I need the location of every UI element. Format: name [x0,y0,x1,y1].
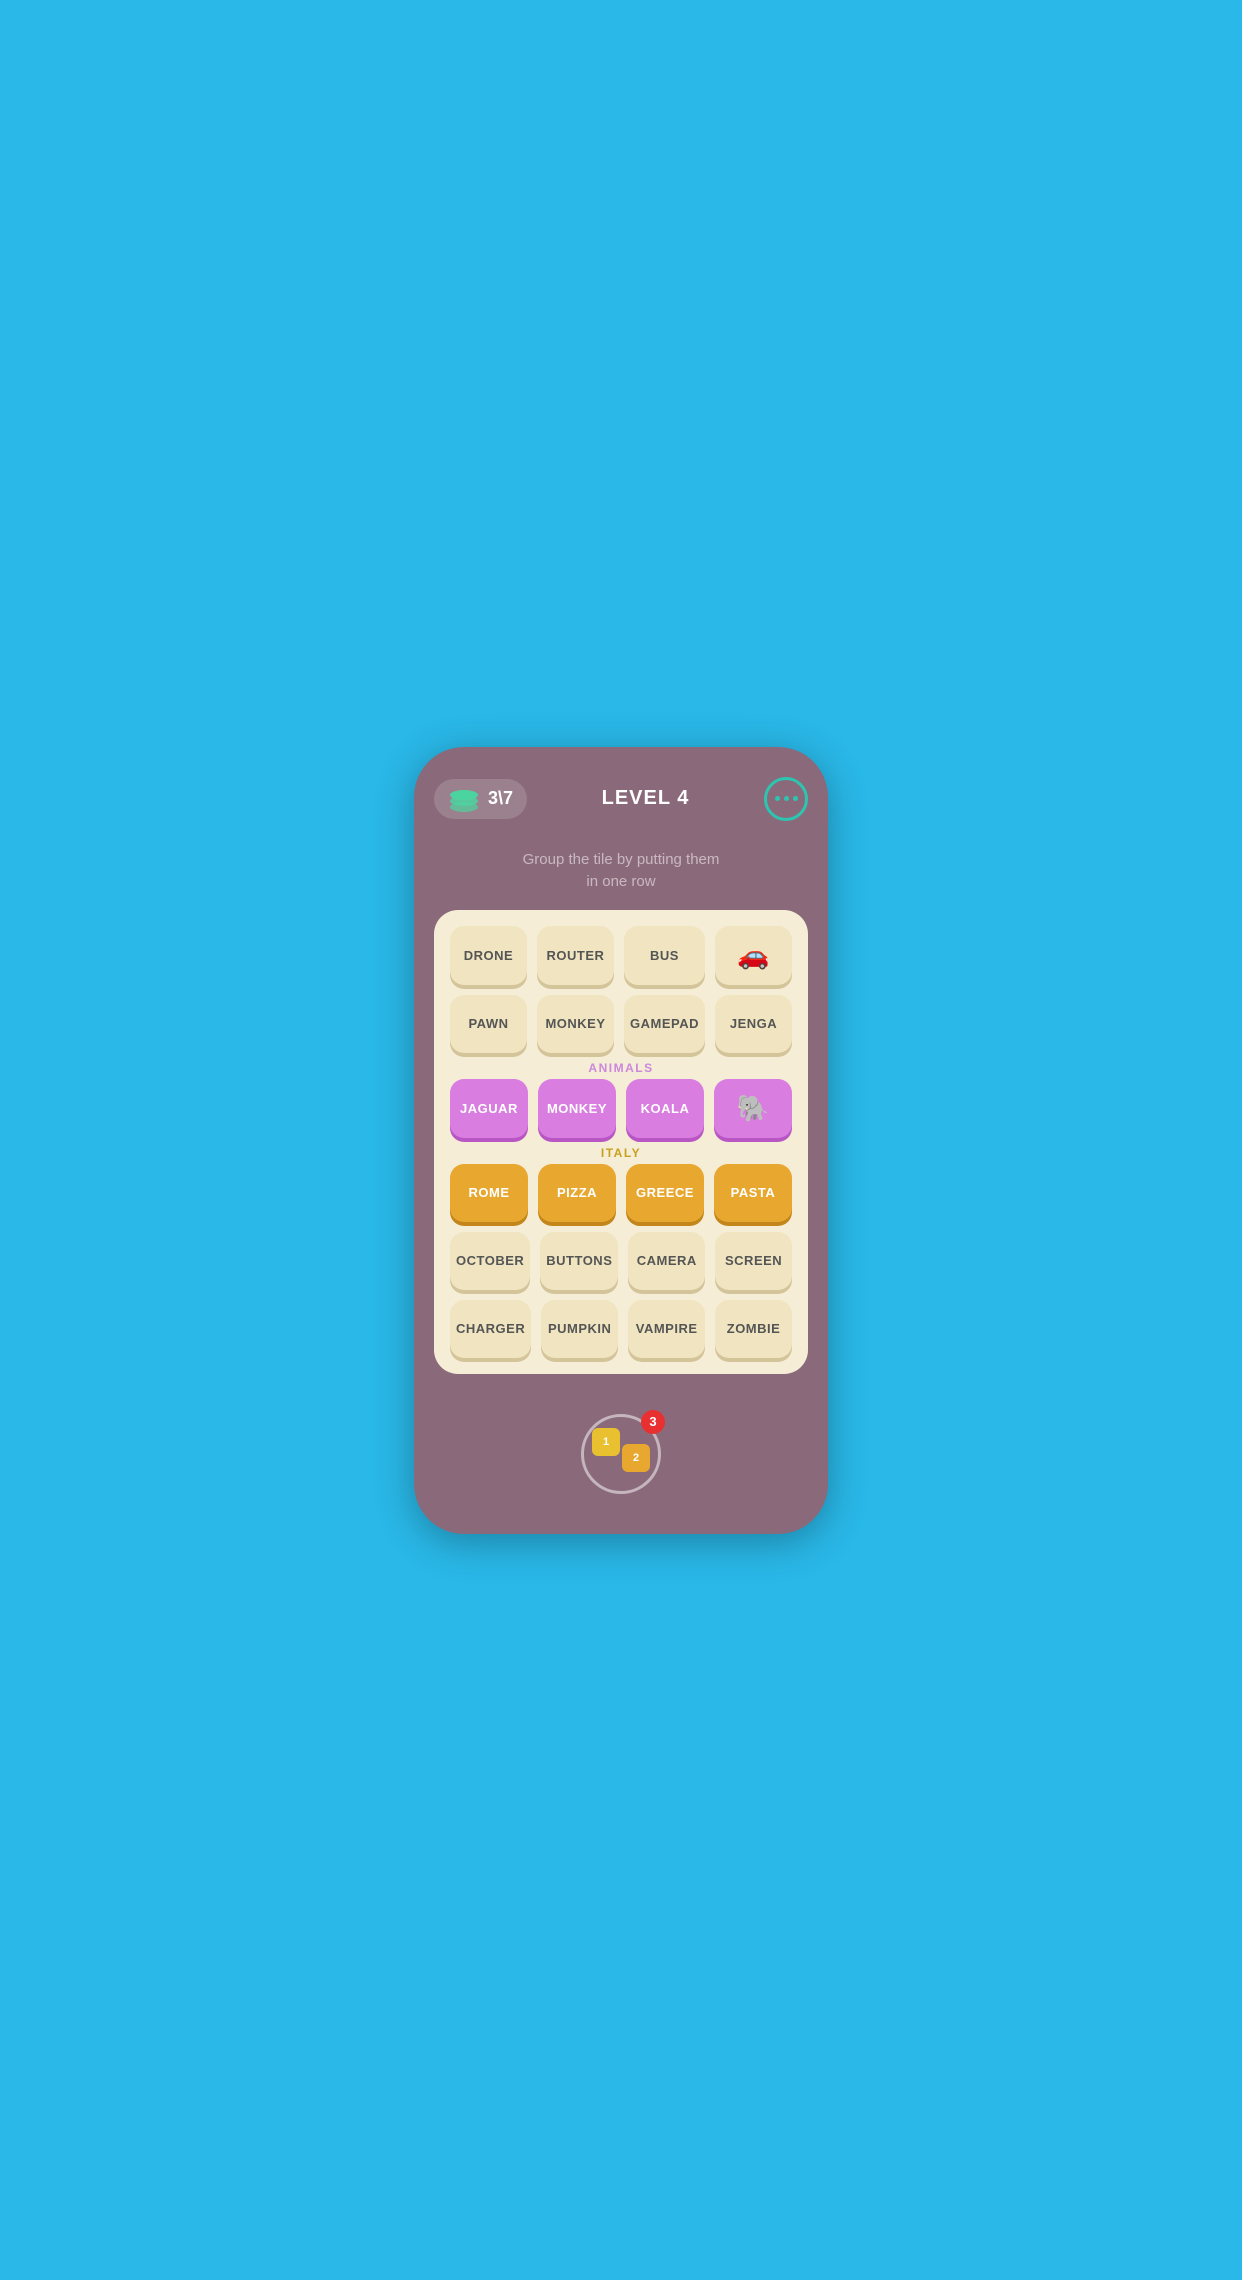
score-display: 3\7 [488,788,513,809]
tile-vampire[interactable]: VAMPIRE [628,1300,705,1358]
hint-button[interactable]: 1 2 3 [581,1414,661,1494]
tile-monkey2[interactable]: MONKEY [537,995,614,1053]
tile-koala[interactable]: KOALA [626,1079,704,1138]
menu-dots-icon [775,796,798,801]
tile-router[interactable]: ROUTER [537,926,614,985]
tile-rome[interactable]: ROME [450,1164,528,1222]
italy-tiles: ROME PIZZA GREECE PASTA [450,1164,792,1222]
animals-label: ANIMALS [450,1061,792,1075]
italy-label: ITALY [450,1146,792,1160]
tile-charger[interactable]: CHARGER [450,1300,531,1358]
car-icon: 🚗 [737,940,770,971]
header: 3\7 LEVEL 4 [434,767,808,831]
tile-pasta[interactable]: PASTA [714,1164,792,1222]
tile-camera[interactable]: CAMERA [628,1232,705,1290]
phone-frame: 3\7 LEVEL 4 Group the tile by putting th… [414,747,828,1534]
bottom-row1: OCTOBER BUTTONS CAMERA SCREEN [450,1232,792,1290]
score-badge: 3\7 [434,779,527,819]
tile-jaguar[interactable]: JAGUAR [450,1079,528,1138]
tile-pizza[interactable]: PIZZA [538,1164,616,1222]
tile-zombie[interactable]: ZOMBIE [715,1300,792,1358]
hint-tile-1: 1 [592,1428,620,1456]
tile-drone[interactable]: DRONE [450,926,527,985]
bottom-hint-area: 1 2 3 [434,1394,808,1514]
tile-buttons[interactable]: BUTTONS [540,1232,618,1290]
hint-badge: 3 [641,1410,665,1434]
tile-october[interactable]: OCTOBER [450,1232,530,1290]
tile-bus[interactable]: BUS [624,926,705,985]
layers-icon [448,785,480,813]
game-board: DRONE ROUTER BUS 🚗 PAWN MONKEY GAMEPAD [434,910,808,1374]
hint-tiles: 1 2 [592,1436,650,1472]
level-title: LEVEL 4 [602,787,690,810]
tile-monkey[interactable]: MONKEY [538,1079,616,1138]
menu-button[interactable] [764,777,808,821]
animals-tiles: JAGUAR MONKEY KOALA 🐘 [450,1079,792,1138]
tile-pawn[interactable]: PAWN [450,995,527,1053]
tile-screen[interactable]: SCREEN [715,1232,792,1290]
tile-jenga[interactable]: JENGA [715,995,792,1053]
bottom-row2: CHARGER PUMPKIN VAMPIRE ZOMBIE [450,1300,792,1358]
instruction-text: Group the tile by putting themin one row [434,849,808,894]
top-tile-grid: DRONE ROUTER BUS 🚗 PAWN MONKEY GAMEPAD [450,926,792,1053]
tile-car[interactable]: 🚗 [715,926,792,985]
tile-gamepad[interactable]: GAMEPAD [624,995,705,1053]
elephant-icon: 🐘 [737,1093,770,1124]
tile-greece[interactable]: GREECE [626,1164,704,1222]
tile-pumpkin[interactable]: PUMPKIN [541,1300,618,1358]
animals-group: ANIMALS JAGUAR MONKEY KOALA 🐘 [450,1061,792,1138]
hint-tile-2: 2 [622,1444,650,1472]
italy-group: ITALY ROME PIZZA GREECE PASTA [450,1146,792,1222]
tile-elephant[interactable]: 🐘 [714,1079,792,1138]
